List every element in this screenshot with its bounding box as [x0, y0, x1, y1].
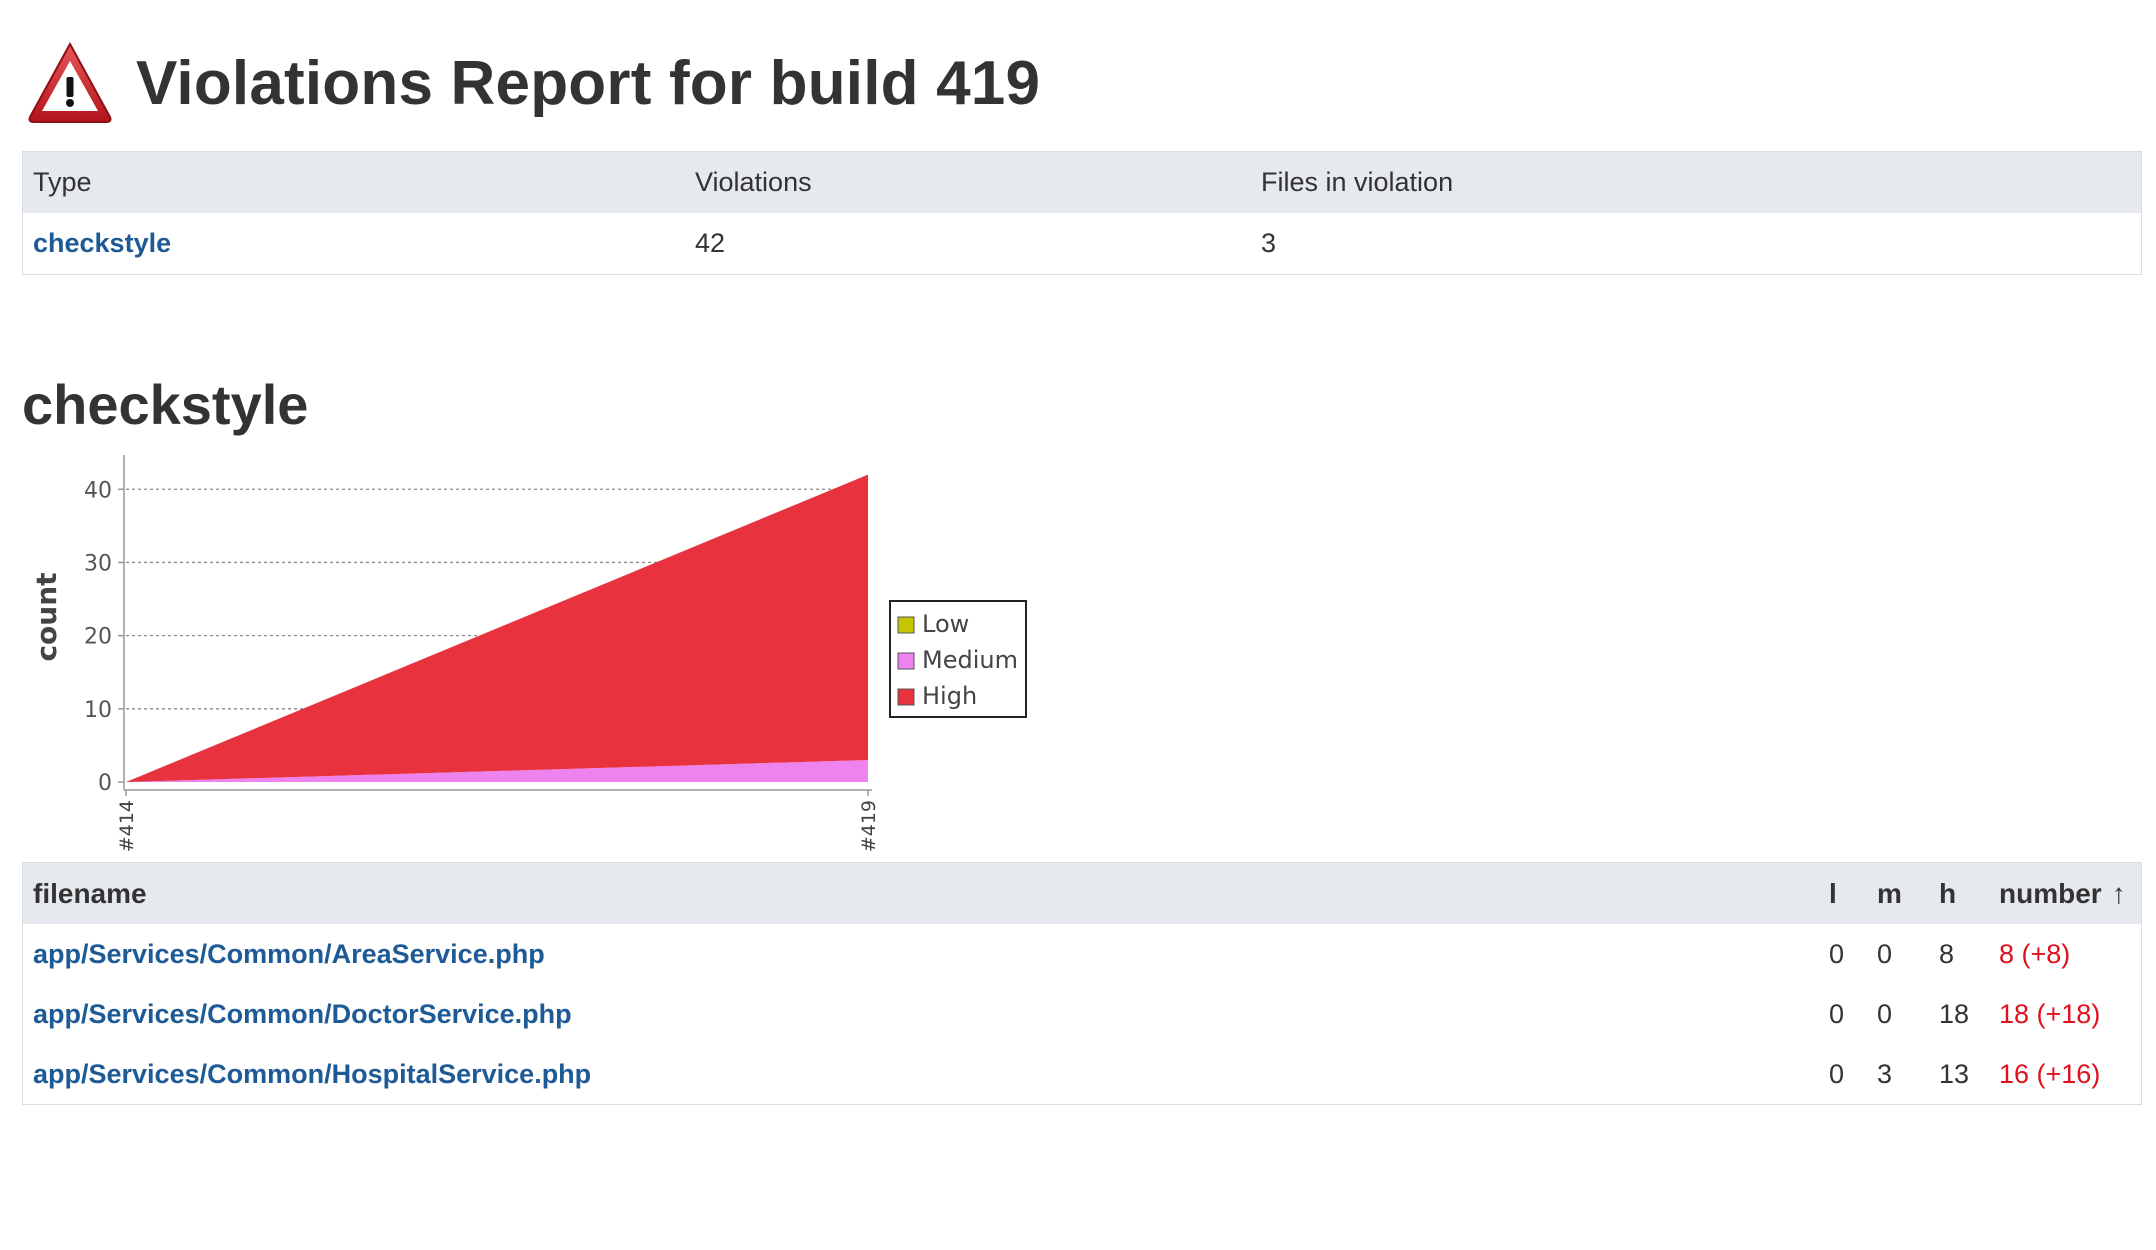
sort-up-icon: ↑	[2111, 877, 2126, 909]
file-link[interactable]: app/Services/Common/DoctorService.php	[33, 999, 572, 1029]
table-row: app/Services/Common/HospitalService.php …	[23, 1044, 2141, 1104]
section-title: checkstyle	[22, 373, 309, 436]
summary-col-violations: Violations	[695, 167, 812, 197]
summary-col-files: Files in violation	[1261, 167, 1454, 197]
y-tick-label: 10	[84, 698, 112, 723]
low-count: 0	[1829, 938, 1845, 969]
file-link[interactable]: app/Services/Common/HospitalService.php	[33, 1059, 591, 1089]
files-header-row: filename l m h number ↑	[23, 863, 2141, 924]
total-count: 16 (+16)	[1999, 1058, 2101, 1089]
filename-cell: app/Services/Common/DoctorService.php	[23, 999, 1819, 1030]
legend-swatch	[897, 616, 915, 634]
y-tick-label: 0	[98, 771, 112, 796]
checkstyle-link[interactable]: checkstyle	[33, 228, 171, 258]
legend-swatch	[897, 652, 915, 670]
summary-col-type: Type	[33, 167, 92, 197]
table-row: app/Services/Common/AreaService.php 0 0 …	[23, 924, 2141, 984]
page-title: Violations Report for build 419	[136, 48, 1041, 118]
y-tick-label: 40	[84, 478, 112, 503]
medium-count: 0	[1877, 998, 1893, 1029]
y-tick-label: 30	[84, 551, 112, 576]
high-count: 13	[1939, 1058, 1970, 1089]
medium-count: 0	[1877, 938, 1893, 969]
x-tick-label: #414	[116, 800, 138, 852]
summary-header-row: Type Violations Files in violation	[23, 152, 2141, 213]
high-count: 18	[1939, 998, 1970, 1029]
legend-label: High	[922, 682, 977, 710]
total-count: 8 (+8)	[1999, 938, 2071, 969]
violations-trend-chart: 0 10 20 30 40 #414 #419 count Low Medium High	[30, 455, 1027, 852]
y-axis-label: count	[30, 572, 63, 661]
file-link[interactable]: app/Services/Common/AreaService.php	[33, 939, 545, 969]
col-number-label: number	[1999, 877, 2102, 909]
legend-label: Medium	[922, 646, 1018, 674]
warning-triangle-icon	[28, 41, 112, 123]
total-count: 18 (+18)	[1999, 998, 2101, 1029]
series-area-high	[126, 474, 868, 782]
violations-count: 42	[695, 228, 726, 258]
filename-cell: app/Services/Common/HospitalService.php	[23, 1059, 1819, 1090]
table-row: app/Services/Common/DoctorService.php 0 …	[23, 984, 2141, 1044]
summary-type-cell: checkstyle	[23, 228, 685, 259]
x-tick-label: #419	[858, 800, 880, 852]
col-medium[interactable]: m	[1867, 878, 1929, 910]
y-tick-label: 20	[84, 625, 112, 650]
col-number[interactable]: number ↑	[1989, 878, 2141, 910]
col-filename[interactable]: filename	[23, 878, 1819, 910]
files-table: filename l m h number ↑ app/Services/Comm…	[22, 862, 2142, 1105]
col-high[interactable]: h	[1929, 878, 1989, 910]
summary-table: Type Violations Files in violation check…	[22, 151, 2142, 275]
legend-label: Low	[922, 610, 969, 638]
low-count: 0	[1829, 1058, 1845, 1089]
low-count: 0	[1829, 998, 1845, 1029]
files-in-violation-count: 3	[1261, 228, 1277, 258]
medium-count: 3	[1877, 1058, 1893, 1089]
violations-report-page: Violations Report for build 419 Type Vio…	[0, 0, 2156, 1250]
col-low[interactable]: l	[1819, 878, 1867, 910]
filename-cell: app/Services/Common/AreaService.php	[23, 939, 1819, 970]
legend-swatch	[897, 688, 915, 706]
table-row: checkstyle 42 3	[23, 213, 2141, 274]
page-header: Violations Report for build 419	[26, 38, 1040, 128]
high-count: 8	[1939, 938, 1955, 969]
